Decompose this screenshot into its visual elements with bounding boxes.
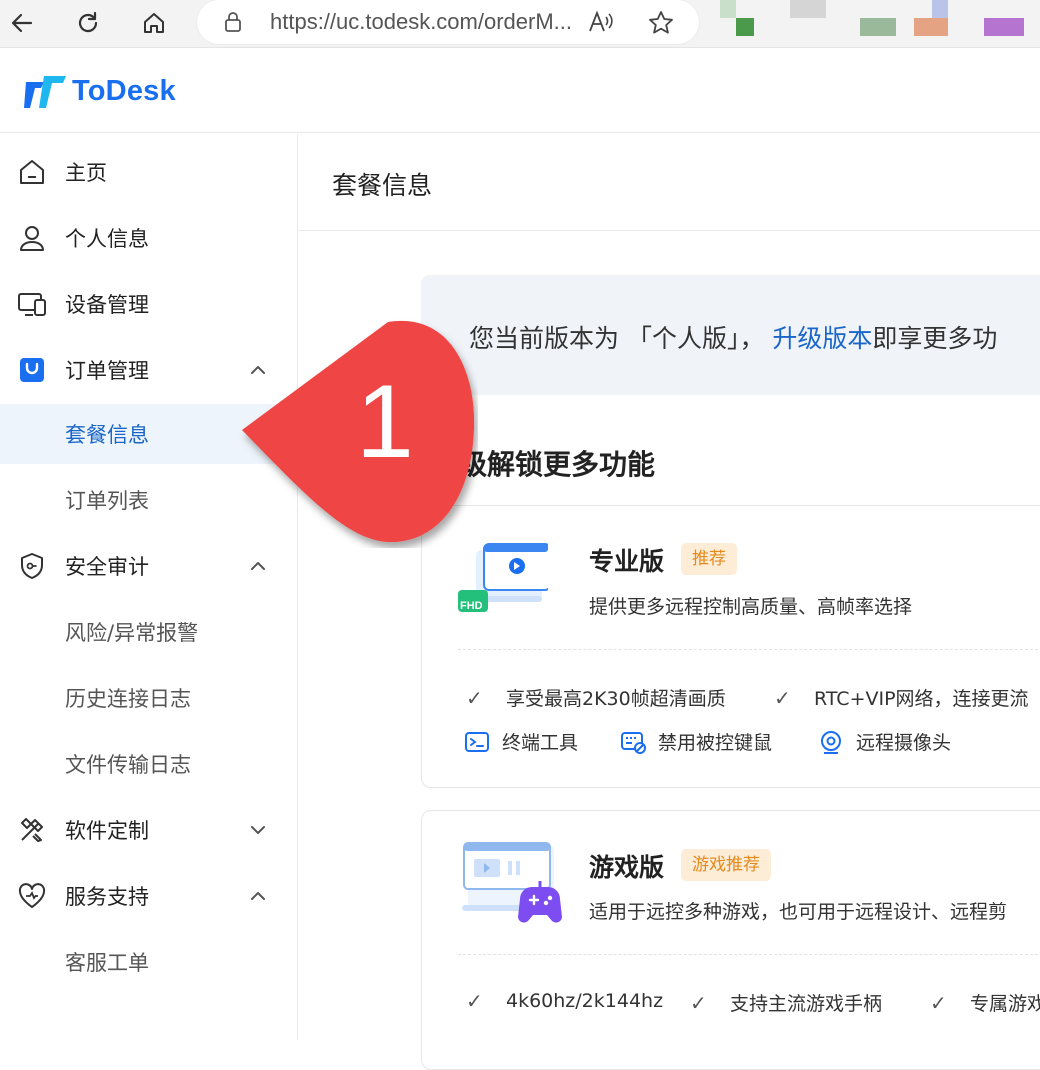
sidebar-item-label: 安全审计 [65,555,149,579]
shopping-bag-icon [17,355,47,385]
plan-tag: 推荐 [681,543,737,575]
plan-card-gaming[interactable]: 游戏版 游戏推荐 适用于远控多种游戏，也可用于远程设计、远程剪 ✓ 4k60hz… [421,810,1040,1070]
fhd-badge: FHD [460,600,483,612]
home-icon [17,157,47,187]
todesk-logo-icon[interactable] [22,74,68,114]
annotation-marker: 1 [238,318,478,548]
feature-terminal: 终端工具 [464,728,578,755]
plan-description: 提供更多远程控制高质量、高帧率选择 [589,596,913,618]
feature-text: 远程摄像头 [856,732,952,754]
keyboard-lock-icon [621,731,646,754]
check-icon: ✓ [690,990,707,1015]
sidebar-item-label: 历史连接日志 [65,687,191,711]
sidebar-item-label: 软件定制 [65,819,149,843]
feature-text: 4k60hz/2k144hz [506,990,664,1012]
annotation-number: 1 [356,364,414,480]
chevron-down-icon[interactable] [248,820,268,840]
site-header: ToDesk [0,49,1040,133]
address-bar[interactable]: https://uc.todesk.com/orderM... [197,0,699,44]
feature-text: 支持主流游戏手柄 [730,993,883,1015]
feature-check: ✓ 享受最高2K30帧超清画质 [466,684,726,711]
plan-name: 专业版 [589,547,665,576]
refresh-icon[interactable] [70,6,106,40]
check-icon: ✓ [466,685,483,710]
tools-icon [17,815,47,845]
banner-suffix: 即享更多功 [872,324,998,353]
plan-card-professional[interactable]: FHD 专业版 推荐 提供更多远程控制高质量、高帧率选择 ✓ 享受最高2K30帧… [421,505,1040,788]
back-icon[interactable] [4,6,40,40]
favorite-star-icon[interactable] [647,9,675,41]
home-icon[interactable] [136,6,172,40]
sidebar-item-support[interactable]: 服务支持 [0,866,298,926]
sidebar-item-label: 订单管理 [65,359,149,383]
feature-disable-input: 禁用被控键鼠 [620,728,772,755]
sidebar-item-label: 个人信息 [65,227,149,251]
feature-check: ✓ 专属游戏 [930,989,1040,1016]
card-divider [458,954,1040,955]
feature-text: 享受最高2K30帧超清画质 [506,688,726,710]
sidebar-item-label: 套餐信息 [65,423,149,447]
sidebar-item-label: 文件传输日志 [65,753,191,777]
check-icon: ✓ [466,989,483,1013]
plan-tag: 游戏推荐 [681,849,771,881]
sidebar-item-label: 风险/异常报警 [65,621,199,645]
plan-description: 适用于远控多种游戏，也可用于远程设计、远程剪 [589,901,1008,923]
sidebar-item-label: 客服工单 [65,951,149,975]
page-title: 套餐信息 [332,171,433,200]
webcam-icon [821,730,841,754]
user-icon [17,223,47,253]
device-icon [17,289,47,319]
check-icon: ✓ [930,990,947,1015]
plan-name: 游戏版 [589,853,665,882]
browser-toolbar: https://uc.todesk.com/orderM... [0,0,1040,48]
shield-icon [17,551,47,581]
check-icon: ✓ [774,685,791,710]
feature-camera: 远程摄像头 [818,728,951,755]
banner-text: 您当前版本为 「个人版」， 升级版本即享更多功 [469,319,997,355]
feature-text: RTC+VIP网络，连接更流 [814,688,1029,710]
divider [299,230,1040,231]
url-text: https://uc.todesk.com/orderM... [270,9,573,34]
read-aloud-icon[interactable] [587,9,615,39]
feature-check: ✓ 支持主流游戏手柄 [690,989,882,1016]
gamepad-monitor-icon [462,841,566,931]
sidebar: 主页 个人信息 设备管理 订单管理 套餐信息 订单列表 安全审计 风险/异常报警… [0,134,298,1040]
feature-text: 禁用被控键鼠 [658,732,773,754]
sidebar-item-profile[interactable]: 个人信息 [0,208,298,268]
card-divider [458,649,1040,650]
sidebar-item-label: 设备管理 [65,293,149,317]
sidebar-item-risk-alerts[interactable]: 风险/异常报警 [0,602,298,662]
lock-icon [223,11,243,37]
sidebar-item-label: 服务支持 [65,885,149,909]
upgrade-link[interactable]: 升级版本 [772,324,872,353]
main-content: 套餐信息 您当前版本为 「个人版」， 升级版本即享更多功 级解锁更多功能 FHD… [299,134,1040,1070]
chevron-up-icon[interactable] [248,886,268,906]
sidebar-item-customization[interactable]: 软件定制 [0,800,298,860]
version-banner: 您当前版本为 「个人版」， 升级版本即享更多功 [421,275,1040,395]
sidebar-item-label: 订单列表 [65,489,149,513]
logo-text[interactable]: ToDesk [72,75,176,108]
sidebar-item-home[interactable]: 主页 [0,142,298,202]
section-title: 级解锁更多功能 [459,448,656,481]
sidebar-item-service-ticket[interactable]: 客服工单 [0,932,298,992]
sidebar-item-label: 主页 [65,161,107,185]
feature-text: 专属游戏 [970,993,1040,1015]
chevron-up-icon[interactable] [248,556,268,576]
sidebar-item-file-transfer-log[interactable]: 文件传输日志 [0,734,298,794]
terminal-icon [465,731,489,752]
feature-check: ✓ 4k60hz/2k144hz [466,989,663,1013]
sidebar-item-connection-log[interactable]: 历史连接日志 [0,668,298,728]
banner-prefix: 您当前版本为 「个人版」， [469,324,765,353]
heart-icon [17,881,47,911]
feature-check: ✓ RTC+VIP网络，连接更流 [774,684,1029,711]
feature-text: 终端工具 [502,732,579,754]
